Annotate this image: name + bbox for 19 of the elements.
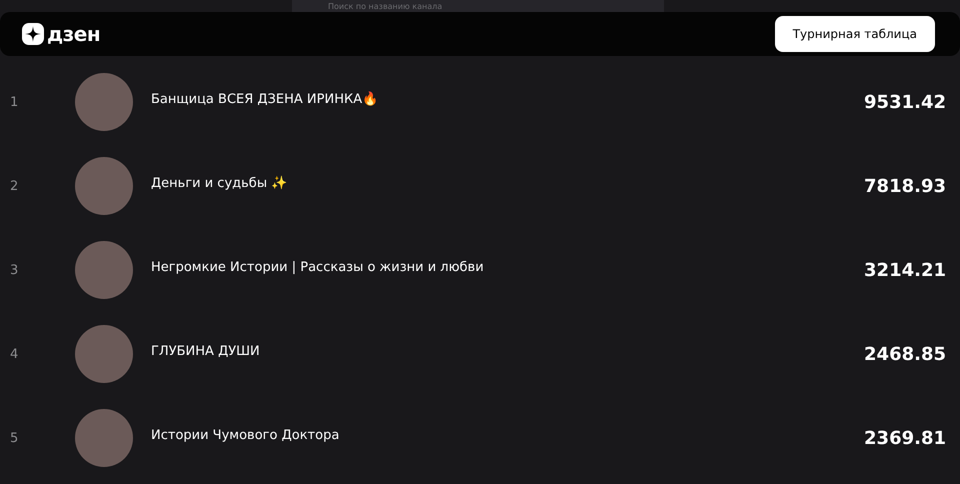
channel-name[interactable]: Банщица ВСЕЯ ДЗЕНА ИРИНКА🔥 xyxy=(151,91,864,107)
logo-icon xyxy=(22,23,44,45)
score: 7818.93 xyxy=(864,176,946,196)
score: 9531.42 xyxy=(864,92,946,112)
rank-number: 4 xyxy=(10,346,20,362)
channel-name[interactable]: Истории Чумового Доктора xyxy=(151,428,864,442)
search-field[interactable]: Поиск по названию канала xyxy=(292,0,664,12)
rank-number: 1 xyxy=(10,94,20,110)
score: 3214.21 xyxy=(864,260,946,280)
channel-name[interactable]: Негромкие Истории | Рассказы о жизни и любви xyxy=(151,260,864,274)
leaderboard-button[interactable]: Турнирная таблица xyxy=(774,16,935,52)
channel-name[interactable]: ГЛУБИНА ДУШИ xyxy=(151,344,864,358)
rank-number: 3 xyxy=(10,262,20,278)
score: 2369.81 xyxy=(864,428,946,448)
channel-name[interactable]: Деньги и судьбы ✨ xyxy=(151,175,864,191)
rank-number: 5 xyxy=(10,430,20,446)
score: 2468.85 xyxy=(864,344,946,364)
rank-number: 2 xyxy=(10,178,20,194)
logo-text: дзен xyxy=(47,22,100,46)
